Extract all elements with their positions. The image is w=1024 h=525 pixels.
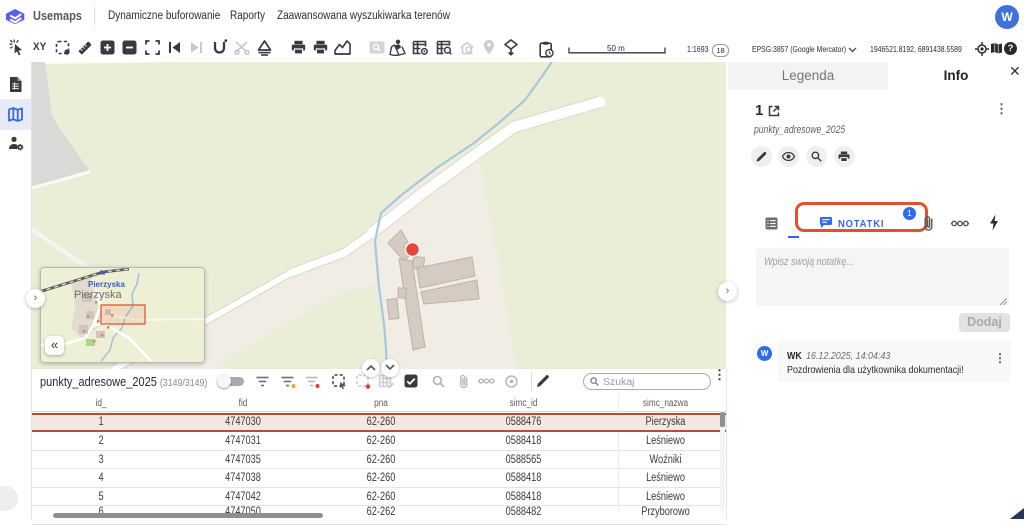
svg-text:Pierzyska: Pierzyska [74, 289, 123, 301]
svg-text:Pierzyska: Pierzyska [88, 280, 125, 289]
